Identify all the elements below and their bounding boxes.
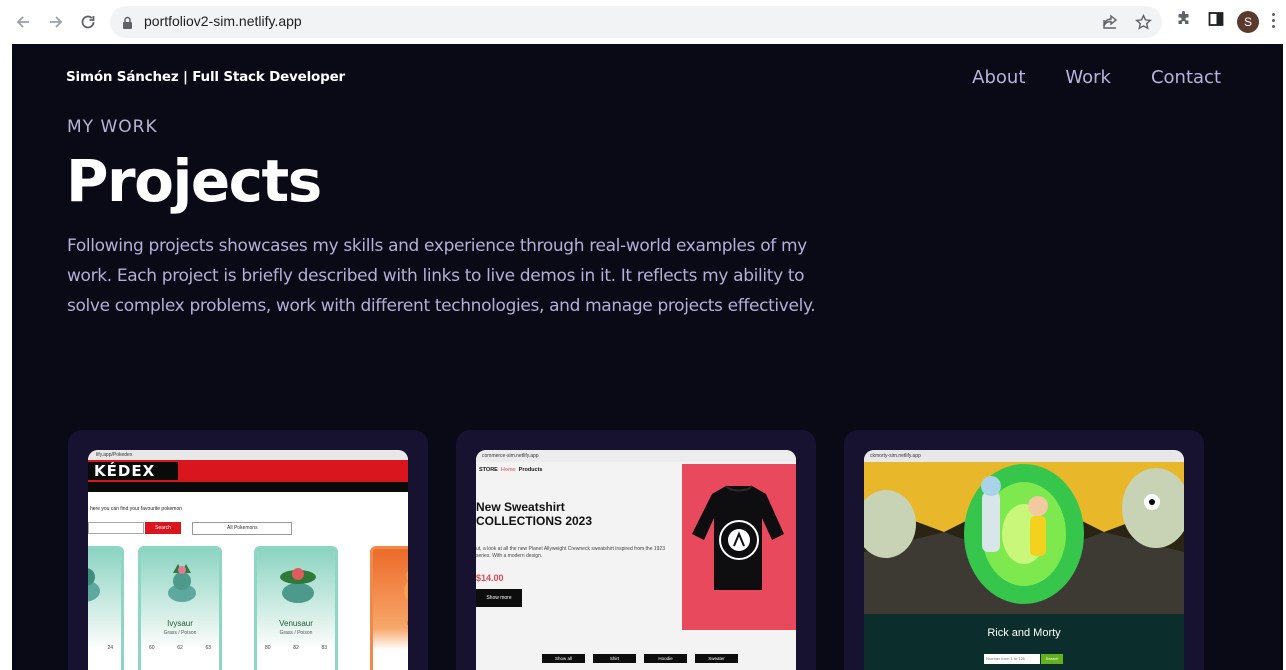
- page-title: Projects: [66, 147, 322, 215]
- section-description: Following projects showcases my skills a…: [67, 236, 816, 316]
- pokemon-type: Grass / Poison: [163, 630, 197, 636]
- star-icon[interactable]: [1135, 13, 1152, 34]
- pokemon-name: ur: [88, 619, 121, 628]
- project-thumbnail-store[interactable]: commerce-sim.netlify.app STORE Home Prod…: [476, 450, 796, 670]
- pokemon-type: Grass / Poison: [279, 630, 313, 636]
- site-brand[interactable]: Simón Sánchez | Full Stack Developer: [66, 69, 345, 85]
- share-icon[interactable]: [1102, 14, 1119, 34]
- rick-and-morty-search-panel: Rick and Morty Number from 1 to 126 Sear…: [864, 614, 1184, 670]
- project-card-pokedex[interactable]: lify.app/Pokedex KÉDEX here you can find…: [68, 430, 428, 670]
- store-product-panel: [682, 464, 796, 630]
- store-price: $14.00: [476, 573, 504, 583]
- pokemon-name: Ivysaur: [167, 619, 193, 628]
- store-page: STORE Home Products New Sweatshirt COLLEC…: [476, 462, 796, 670]
- pokedex-hint: here you can find your favourite pokemon: [90, 506, 182, 512]
- pokedex-search-button: Search: [145, 522, 181, 534]
- project-card-rick-and-morty[interactable]: ckmorty-sim.netlify.app Rick and Morty N…: [844, 430, 1204, 670]
- profile-avatar[interactable]: S: [1237, 11, 1259, 33]
- address-bar[interactable]: portfoliov2-sim.netlify.app: [110, 6, 1162, 38]
- pokemon-stats: 24: [107, 645, 113, 651]
- pokemon-image: [168, 564, 196, 602]
- section-eyebrow: MY WORK: [67, 117, 158, 137]
- pokemon-name: Venusaur: [279, 619, 313, 628]
- store-nav: STORE Home Products: [479, 467, 543, 473]
- pokemon-card: ur 24: [88, 546, 124, 670]
- store-filters: Show all Shirt Hoodie Sweater: [542, 654, 738, 663]
- pokemon-stats: 60 62 63: [149, 645, 211, 651]
- portal-illustration: [864, 462, 1184, 614]
- extensions-icon[interactable]: [1176, 11, 1192, 31]
- store-description: ut, a look at all the new Planet Allywei…: [476, 546, 665, 559]
- pokedex-logo: KÉDEX: [88, 462, 178, 480]
- rick-and-morty-input: Number from 1 to 126: [984, 654, 1040, 664]
- lock-icon[interactable]: [122, 15, 133, 34]
- page-viewport: Simón Sánchez | Full Stack Developer Abo…: [12, 44, 1283, 670]
- filter-button: Sweater: [695, 654, 738, 663]
- pokemon-image: [280, 568, 316, 603]
- forward-arrow-icon[interactable]: [44, 10, 68, 34]
- rick-and-morty-search-button: Search: [1041, 654, 1063, 664]
- thumbnail-url-bar: lify.app/Pokedex: [88, 450, 408, 460]
- filter-button: Show all: [542, 654, 585, 663]
- pokemon-image: [404, 570, 408, 601]
- filter-button: Shirt: [593, 654, 636, 663]
- pokemon-image: [88, 568, 100, 602]
- pokemon-name: Ch: [373, 619, 408, 628]
- thumbnail-url-bar: ckmorty-sim.netlify.app: [864, 450, 1184, 462]
- rick-and-morty-hero-art: [864, 462, 1184, 614]
- browser-toolbar: portfoliov2-sim.netlify.app S: [0, 0, 1286, 44]
- pokedex-subbar: [88, 482, 408, 492]
- filter-button: Hoodie: [644, 654, 687, 663]
- reload-icon[interactable]: [76, 10, 100, 34]
- nav-contact[interactable]: Contact: [1151, 67, 1221, 88]
- pokedex-search-input: [88, 522, 144, 534]
- store-heading: New Sweatshirt COLLECTIONS 2023: [476, 500, 593, 528]
- pokemon-card: Venusaur Grass / Poison 80 82 83: [254, 546, 338, 670]
- pokemon-stats: 80 82 83: [265, 645, 327, 651]
- rick-and-morty-title: Rick and Morty: [987, 627, 1061, 639]
- side-panel-icon[interactable]: [1208, 11, 1224, 31]
- pokemon-card: Ch: [370, 546, 408, 670]
- pokemon-card: Ivysaur Grass / Poison 60 62 63: [138, 546, 222, 670]
- menu-icon[interactable]: [1272, 13, 1276, 31]
- store-show-more-button: Show more: [476, 589, 522, 607]
- project-card-store[interactable]: commerce-sim.netlify.app STORE Home Prod…: [456, 430, 816, 670]
- project-thumbnail-rick-and-morty[interactable]: ckmorty-sim.netlify.app Rick and Morty N…: [864, 450, 1184, 670]
- nav-work[interactable]: Work: [1065, 67, 1111, 88]
- main-nav: About Work Contact: [972, 67, 1221, 88]
- project-thumbnail-pokedex[interactable]: lify.app/Pokedex KÉDEX here you can find…: [88, 450, 408, 670]
- sweatshirt-image: [692, 485, 784, 590]
- nav-about[interactable]: About: [972, 67, 1025, 88]
- url-text[interactable]: portfoliov2-sim.netlify.app: [144, 13, 302, 29]
- back-arrow-icon[interactable]: [11, 10, 35, 34]
- pokedex-filter-select: All Pokemons: [192, 522, 292, 535]
- thumbnail-url-bar: commerce-sim.netlify.app: [476, 450, 796, 462]
